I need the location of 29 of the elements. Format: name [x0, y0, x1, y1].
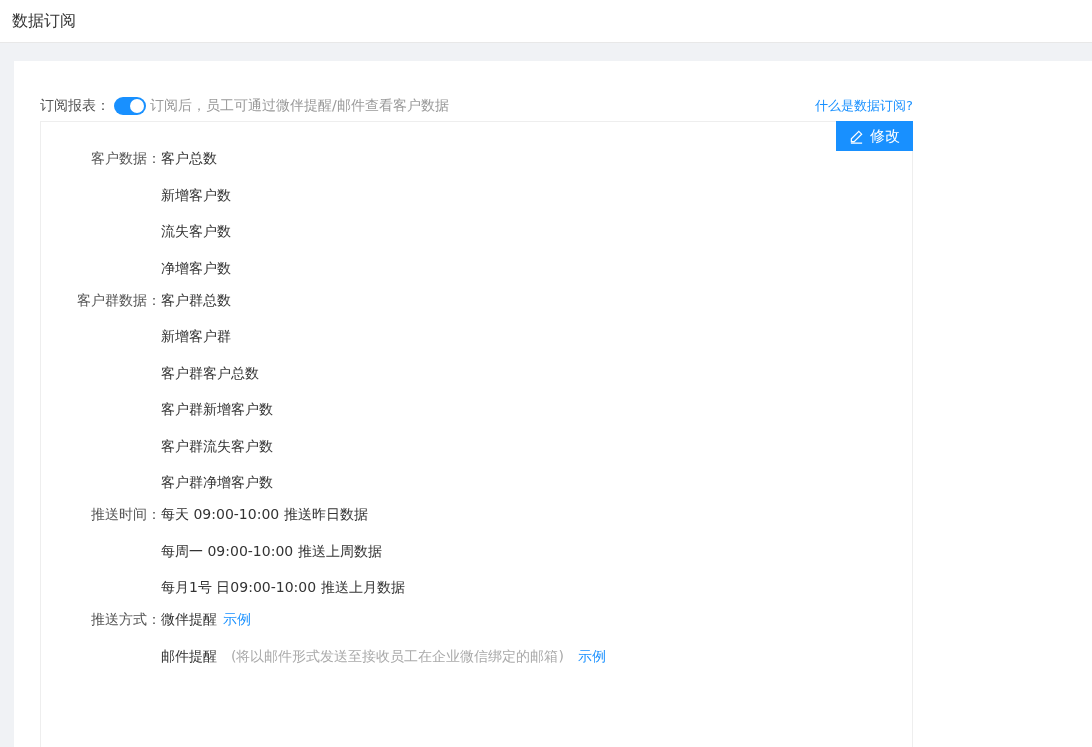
- setting-value: 新增客户群: [161, 327, 231, 346]
- section-label: 客户群数据：: [76, 290, 161, 310]
- section-label: 客户数据：: [90, 149, 161, 168]
- setting-value: 每周一 09:00-10:00 推送上周数据: [161, 541, 382, 561]
- setting-value: 客户总数: [161, 149, 217, 168]
- subscribe-toggle[interactable]: [114, 97, 146, 115]
- setting-note: (将以邮件形式发送至接收员工在企业微信绑定的邮箱): [231, 646, 564, 666]
- help-link[interactable]: 什么是数据订阅?: [815, 97, 913, 115]
- pencil-icon: [849, 128, 864, 144]
- subscribe-label: 订阅报表：: [40, 97, 110, 115]
- setting-value: 流失客户数: [161, 222, 231, 241]
- setting-value: 新增客户数: [161, 185, 231, 205]
- example-link[interactable]: 示例: [223, 609, 251, 629]
- section-label: 推送方式：: [90, 610, 161, 629]
- example-link[interactable]: 示例: [577, 645, 606, 666]
- setting-value: 客户群总数: [161, 290, 231, 310]
- setting-value: 客户群流失客户数: [161, 436, 273, 456]
- section-label: 推送时间：: [90, 505, 161, 524]
- setting-value: 每天 09:00-10:00 推送昨日数据: [161, 505, 368, 524]
- page-title: 数据订阅: [12, 10, 76, 32]
- setting-value: 客户群净增客户数: [161, 473, 273, 492]
- setting-value: 邮件提醒: [161, 646, 217, 666]
- setting-value: 客户群新增客户数: [161, 400, 273, 419]
- subscribe-hint: 订阅后，员工可通过微伴提醒/邮件查看客户数据: [150, 97, 449, 115]
- setting-value: 净增客户数: [161, 258, 231, 278]
- setting-value: 微伴提醒: [161, 610, 217, 629]
- setting-value: 客户群客户总数: [161, 363, 259, 383]
- edit-button[interactable]: 修改: [836, 121, 913, 151]
- setting-value: 每月1号 日09:00-10:00 推送上月数据: [161, 578, 405, 597]
